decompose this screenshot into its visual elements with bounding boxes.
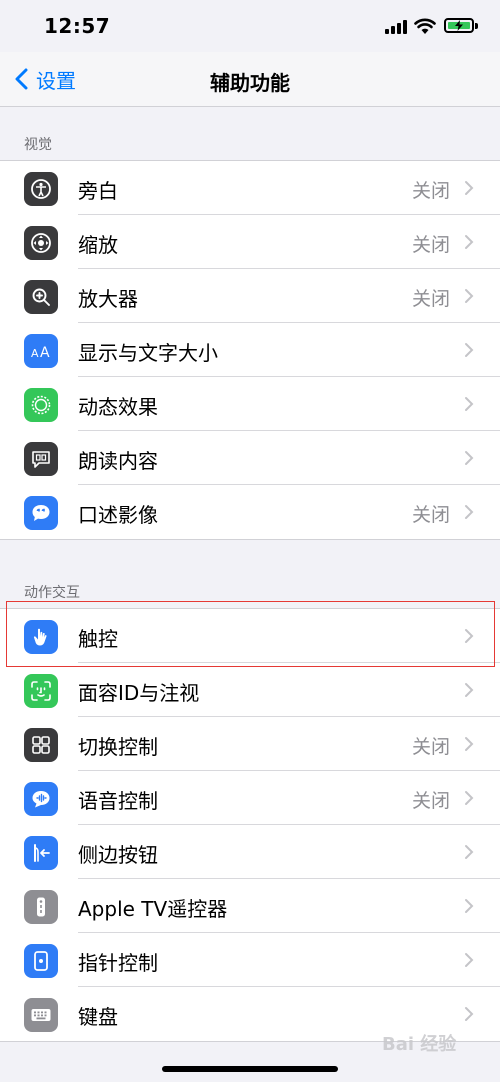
setting-value: 关闭 (411, 504, 450, 526)
setting-label: 放大器 (78, 287, 138, 311)
setting-row-motion[interactable]: 动态效果 (0, 377, 500, 431)
setting-label: 朗读内容 (78, 449, 158, 473)
home-indicator[interactable] (162, 1066, 338, 1072)
setting-row-magnifier[interactable]: 放大器 关闭 (0, 269, 500, 323)
setting-row-side-button[interactable]: 侧边按钮 (0, 825, 500, 879)
setting-row-switch-control[interactable]: 切换控制 关闭 (0, 717, 500, 771)
wifi-icon (414, 18, 436, 34)
setting-row-pointer-control[interactable]: 指针控制 (0, 933, 500, 987)
keyboard-icon (24, 998, 58, 1032)
setting-label: 侧边按钮 (78, 843, 158, 867)
setting-value: 关闭 (411, 736, 450, 758)
setting-label: 触控 (78, 627, 118, 651)
zoom-icon (24, 226, 58, 260)
setting-row-touch[interactable]: 触控 (0, 609, 500, 663)
touch-icon (24, 620, 58, 654)
side-button-icon (24, 836, 58, 870)
battery-icon (444, 18, 474, 33)
setting-value: 关闭 (411, 180, 450, 202)
setting-row-display-text-size[interactable]: AA 显示与文字大小 (0, 323, 500, 377)
battery-cap (475, 23, 478, 29)
chevron-right-icon (465, 235, 474, 249)
setting-label: 切换控制 (78, 735, 158, 759)
setting-label: 缩放 (78, 233, 118, 257)
motion-icon (24, 388, 58, 422)
setting-row-face-id-attention[interactable]: 面容ID与注视 (0, 663, 500, 717)
interaction-settings-group: 触控 面容ID与注视 切换控制 关闭 语音控制 关闭 侧边按钮 Apple TV… (0, 608, 500, 1042)
chevron-right-icon (465, 737, 474, 751)
setting-row-voice-control[interactable]: 语音控制 关闭 (0, 771, 500, 825)
cellular-signal-icon (385, 20, 407, 34)
chevron-right-icon (465, 397, 474, 411)
svg-text:A: A (31, 347, 39, 360)
status-bar: 12:57 (0, 0, 500, 52)
section-header-vision: 视觉 (24, 137, 52, 153)
chevron-right-icon (465, 899, 474, 913)
pointer-control-icon (24, 944, 58, 978)
chevron-right-icon (465, 343, 474, 357)
chevron-right-icon (465, 1007, 474, 1021)
voice-control-icon (24, 782, 58, 816)
setting-label: 语音控制 (78, 789, 158, 813)
setting-label: 指针控制 (78, 951, 158, 975)
chevron-right-icon (465, 181, 474, 195)
setting-row-zoom[interactable]: 缩放 关闭 (0, 215, 500, 269)
setting-value: 关闭 (411, 288, 450, 310)
setting-label: 面容ID与注视 (78, 681, 200, 705)
setting-value: 关闭 (411, 790, 450, 812)
face-id-icon (24, 674, 58, 708)
setting-label: 动态效果 (78, 395, 158, 419)
voiceover-icon (24, 172, 58, 206)
chevron-right-icon (465, 289, 474, 303)
setting-row-spoken-content[interactable]: 朗读内容 (0, 431, 500, 485)
navigation-bar: 设置 辅助功能 (0, 52, 500, 107)
chevron-right-icon (465, 505, 474, 519)
setting-row-apple-tv-remote[interactable]: Apple TV遥控器 (0, 879, 500, 933)
chevron-right-icon (465, 791, 474, 805)
magnifier-icon (24, 280, 58, 314)
spoken-content-icon (24, 442, 58, 476)
setting-label: 键盘 (78, 1005, 118, 1029)
chevron-right-icon (465, 683, 474, 697)
page-title: 辅助功能 (210, 71, 290, 95)
section-header-physical-motor: 动作交互 (24, 585, 80, 601)
setting-label: 旁白 (78, 179, 118, 203)
setting-label: 口述影像 (78, 503, 158, 527)
setting-row-voiceover[interactable]: 旁白 关闭 (0, 161, 500, 215)
text-size-icon: AA (24, 334, 58, 368)
vision-settings-group: 旁白 关闭 缩放 关闭 放大器 关闭 AA 显示与文字大小 动态效果 朗读内容 … (0, 160, 500, 540)
setting-value: 关闭 (411, 234, 450, 256)
svg-text:A: A (40, 345, 50, 361)
setting-label: Apple TV遥控器 (78, 897, 228, 921)
status-time: 12:57 (44, 14, 111, 38)
setting-row-audio-descriptions[interactable]: 口述影像 关闭 (0, 485, 500, 539)
chevron-right-icon (465, 845, 474, 859)
switch-control-icon (24, 728, 58, 762)
chevron-right-icon (465, 451, 474, 465)
chevron-right-icon (465, 629, 474, 643)
setting-label: 显示与文字大小 (78, 341, 218, 365)
watermark: Bai 经验 (382, 1034, 457, 1055)
audio-description-icon (24, 496, 58, 530)
remote-icon (24, 890, 58, 924)
chevron-right-icon (465, 953, 474, 967)
